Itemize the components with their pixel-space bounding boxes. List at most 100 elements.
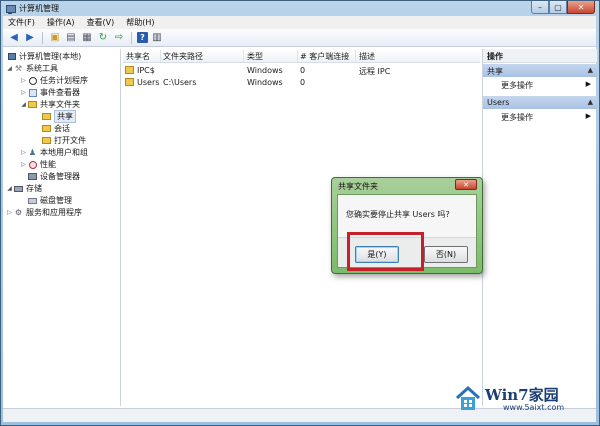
column-divider[interactable] [297, 50, 298, 62]
tree-item-label: 会话 [54, 124, 70, 133]
device-icon [28, 173, 37, 180]
cell-folder-path: C:\Users [163, 78, 197, 87]
house-logo-icon [455, 385, 481, 410]
tree-item-event-viewer[interactable]: ▷ 事件查看器 [20, 87, 80, 98]
properties-icon[interactable]: ▦ [80, 31, 94, 45]
collapse-triangle-icon[interactable]: ▲ [588, 98, 593, 106]
menu-help[interactable]: 帮助(H) [126, 17, 154, 28]
computer-management-icon [5, 4, 16, 14]
tree-item-label: 磁盘管理 [40, 196, 72, 205]
maximize-button[interactable]: ▢ [549, 1, 567, 14]
tree-item-label: 服务和应用程序 [26, 208, 82, 217]
column-header-folder-path[interactable]: 文件夹路径 [163, 51, 203, 62]
refresh-icon[interactable]: ↻ [96, 31, 110, 45]
expand-toggle-icon[interactable]: ▷ [20, 149, 27, 156]
users-icon: ♟ [28, 148, 37, 157]
tree-item-performance[interactable]: ▷ 性能 [20, 159, 56, 170]
menu-view[interactable]: 查看(V) [87, 17, 115, 28]
help-icon[interactable]: ? [137, 32, 148, 43]
title-bar[interactable]: 计算机管理 – ▢ ✕ [1, 1, 599, 16]
show-tree-icon[interactable]: ▤ [64, 31, 78, 45]
column-header-client-connections[interactable]: # 客户端连接 [300, 51, 349, 62]
site-watermark: Win7家园 www.5aixt.com [455, 384, 575, 416]
submenu-arrow-icon: ▶ [585, 80, 591, 88]
folder-icon [28, 101, 37, 108]
more-actions-label: 更多操作 [501, 81, 533, 90]
disk-icon [28, 197, 37, 204]
expand-toggle-icon[interactable]: ▷ [20, 89, 27, 96]
no-button[interactable]: 否(N) [424, 246, 468, 263]
more-actions-item[interactable]: 更多操作 ▶ [483, 110, 597, 122]
tools-icon: ⚒ [14, 64, 23, 73]
performance-icon [28, 160, 37, 169]
highlight-box [347, 232, 424, 271]
cell-client-connections: 0 [300, 78, 306, 87]
column-divider[interactable] [160, 50, 161, 62]
tree-item-storage[interactable]: ◢ 存储 [6, 183, 42, 194]
minimize-button[interactable]: – [531, 1, 549, 14]
collapse-toggle-icon[interactable]: ◢ [6, 185, 13, 192]
caption-buttons: – ▢ ✕ [531, 1, 595, 14]
expand-toggle-icon[interactable]: ▷ [20, 77, 27, 84]
export-list-icon[interactable]: ⇨ [112, 31, 126, 45]
tree-item-services-apps[interactable]: ▷ ⚙ 服务和应用程序 [6, 207, 82, 218]
forward-arrow-icon[interactable]: ▶ [23, 31, 37, 45]
tree-item-device-manager[interactable]: 设备管理器 [27, 171, 80, 182]
tree-item-sessions[interactable]: 会话 [41, 123, 70, 134]
toolbar: ◀ ▶ ▣ ▤ ▦ ↻ ⇨ ? ▥ [3, 29, 596, 47]
close-button[interactable]: ✕ [567, 1, 595, 14]
collapse-toggle-icon[interactable]: ◢ [6, 65, 13, 72]
submenu-arrow-icon: ▶ [585, 112, 591, 120]
dialog-message: 您确实要停止共享 Users 吗? [346, 210, 450, 219]
toolbar-separator [131, 31, 132, 44]
tree-item-disk-management[interactable]: 磁盘管理 [27, 195, 72, 206]
open-files-icon [42, 137, 51, 144]
tree-item-label: 事件查看器 [40, 88, 80, 97]
tree-item-label: 打开文件 [54, 136, 86, 145]
section-header-label: Users [487, 98, 510, 107]
dialog-close-button[interactable]: ✕ [455, 179, 477, 190]
table-row[interactable]: IPC$ Windows 0 远程 IPC [123, 65, 443, 76]
menu-file[interactable]: 文件(F) [8, 17, 35, 28]
column-divider[interactable] [243, 50, 244, 62]
up-folder-icon[interactable]: ▣ [48, 31, 62, 45]
column-divider[interactable] [355, 50, 356, 62]
watermark-title: Win7家园 [485, 386, 559, 404]
expand-toggle-icon[interactable]: ▷ [6, 209, 13, 216]
menu-action[interactable]: 操作(A) [47, 17, 75, 28]
tree-item-label: 存储 [26, 184, 42, 193]
tree-item-system-tools[interactable]: ◢ ⚒ 系统工具 [6, 63, 58, 74]
tree-item-local-users[interactable]: ▷ ♟ 本地用户和组 [20, 147, 88, 158]
tree-item-computer-management[interactable]: 计算机管理(本地) [6, 51, 81, 62]
tree-item-label: 共享 [54, 110, 76, 123]
column-header-type[interactable]: 类型 [247, 51, 263, 62]
tree-item-label: 共享文件夹 [40, 100, 80, 109]
tree-item-task-scheduler[interactable]: ▷ 任务计划程序 [20, 75, 88, 86]
more-actions-item[interactable]: 更多操作 ▶ [483, 78, 597, 90]
tree-item-shared-folders[interactable]: ◢ 共享文件夹 [20, 99, 80, 110]
tree-item-label: 系统工具 [26, 64, 58, 73]
actions-section-header-shares[interactable]: 共享 ▲ [483, 64, 597, 77]
tree-item-label: 任务计划程序 [40, 76, 88, 85]
shared-folder-icon [125, 66, 134, 74]
back-arrow-icon[interactable]: ◀ [7, 31, 21, 45]
session-icon [42, 125, 51, 132]
tree-item-shares[interactable]: 共享 [41, 110, 76, 123]
table-row[interactable]: Users C:\Users Windows 0 [123, 77, 443, 88]
collapse-triangle-icon[interactable]: ▲ [588, 66, 593, 74]
collapse-toggle-icon[interactable]: ◢ [20, 101, 27, 108]
services-icon: ⚙ [14, 208, 23, 217]
actions-section-header-users[interactable]: Users ▲ [483, 96, 597, 109]
column-header-description[interactable]: 描述 [359, 51, 375, 62]
cell-description: 远程 IPC [359, 67, 391, 76]
cell-type: Windows [247, 78, 283, 87]
cell-client-connections: 0 [300, 66, 306, 75]
expand-toggle-icon[interactable]: ▷ [20, 161, 27, 168]
tree-item-open-files[interactable]: 打开文件 [41, 135, 86, 146]
action-pane-icon[interactable]: ▥ [150, 31, 164, 45]
section-header-label: 共享 [487, 67, 503, 76]
watermark-url: www.5aixt.com [503, 403, 565, 412]
column-header-share-name[interactable]: 共享名 [126, 51, 150, 62]
actions-pane: 操作 共享 ▲ 更多操作 ▶ Users ▲ 更多操作 ▶ [482, 49, 597, 406]
menu-bar: 文件(F) 操作(A) 查看(V) 帮助(H) [3, 16, 596, 29]
